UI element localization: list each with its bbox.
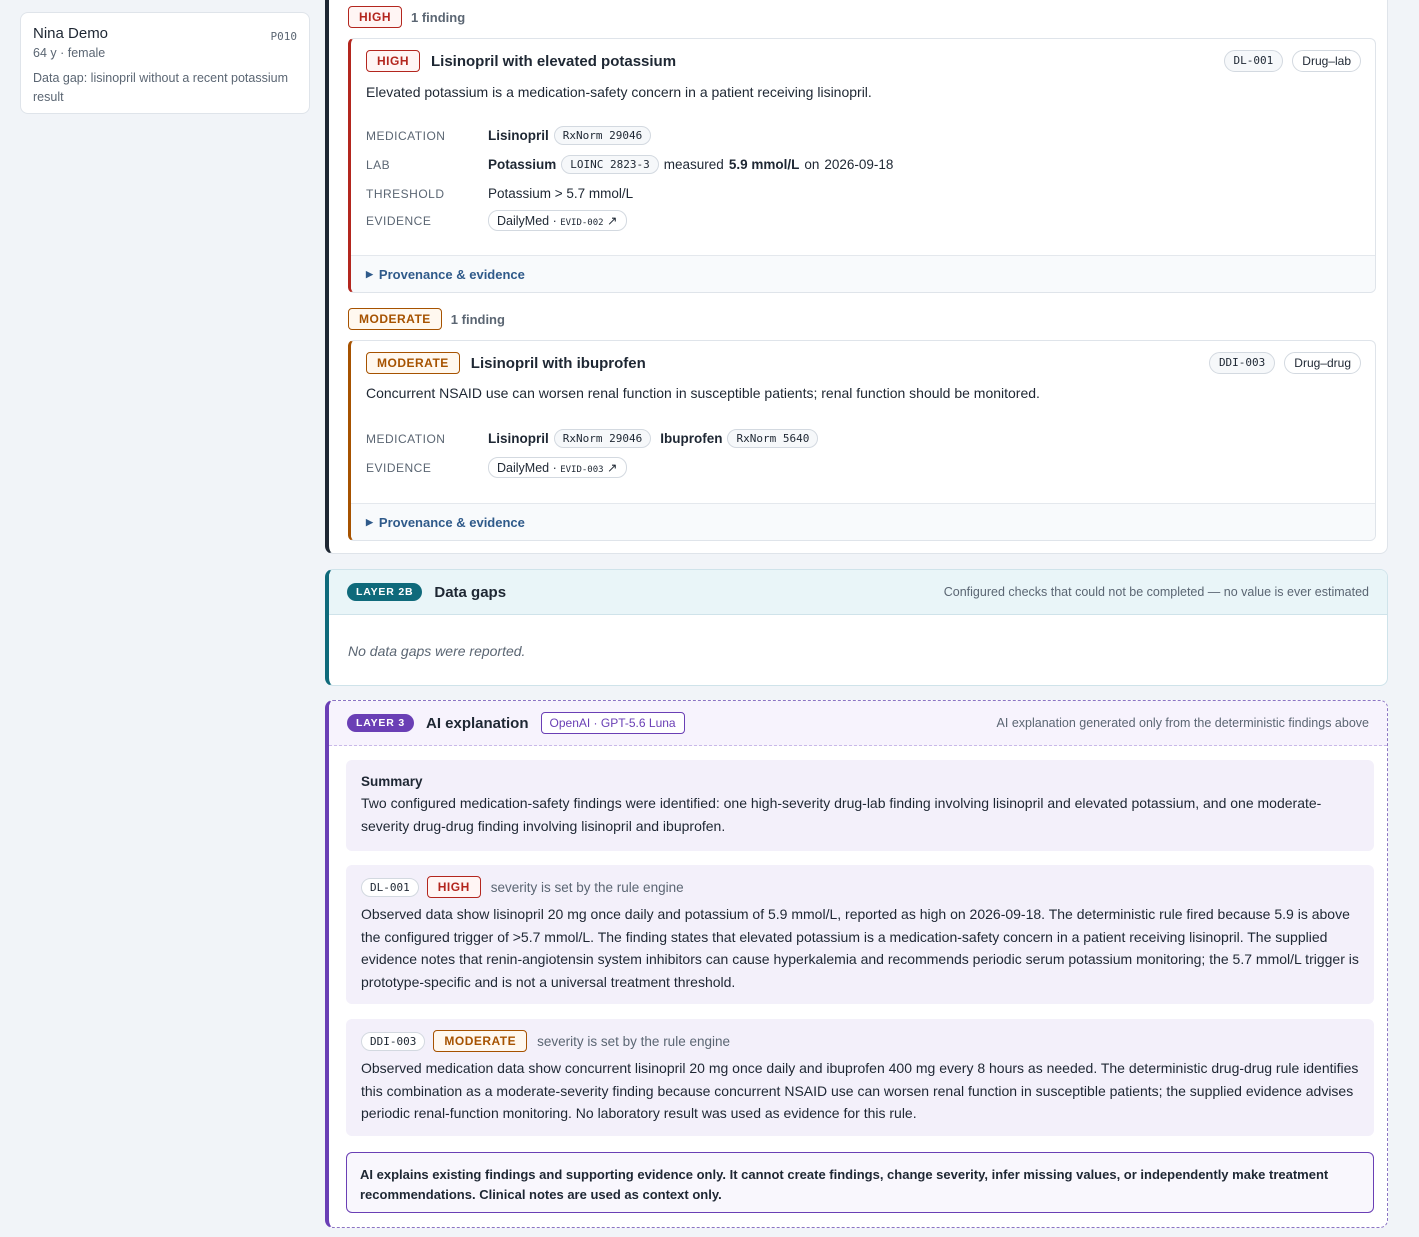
explanation-text: Observed medication data show concurrent…: [361, 1060, 1359, 1122]
layer-pill: LAYER 2B: [347, 583, 423, 601]
measured-label: measured: [663, 157, 724, 172]
data-gaps-layer: LAYER 2B Data gaps Configured checks tha…: [325, 569, 1388, 686]
severity-badge-moderate: MODERATE: [433, 1030, 528, 1052]
severity-badge-moderate: MODERATE: [366, 352, 460, 374]
patient-gap-note: Data gap: lisinopril without a recent po…: [33, 71, 288, 104]
patient-id: P010: [270, 30, 298, 43]
lab-date: 2026-09-18: [824, 157, 894, 172]
severity-note: severity is set by the rule engine: [490, 879, 684, 895]
patient-card[interactable]: Nina Demo P010 64 y · female Data gap: l…: [20, 12, 310, 114]
loinc-code: LOINC 2823-3: [561, 155, 659, 174]
provenance-label: Provenance & evidence: [378, 266, 525, 282]
rule-id-tag: DL-001: [361, 877, 419, 897]
ai-explanation-dl-001: DL-001 HIGH severity is set by the rule …: [346, 865, 1374, 1004]
ai-explanation-ddi-003: DDI-003 MODERATE severity is set by the …: [346, 1019, 1374, 1136]
rxnorm-code: RxNorm 29046: [553, 126, 652, 145]
evidence-link[interactable]: DailyMed · EVID-003 ↗: [488, 457, 627, 478]
provenance-label: Provenance & evidence: [378, 514, 525, 530]
high-group-header: HIGH 1 finding: [348, 6, 465, 28]
finding-title-row: HIGH Lisinopril with elevated potassium: [366, 50, 676, 72]
finding-description: Concurrent NSAID use can worsen renal fu…: [366, 385, 1040, 401]
severity-badge-high: HIGH: [348, 6, 402, 28]
medication-name: Lisinopril: [488, 431, 549, 446]
layer-title: Data gaps: [434, 583, 507, 601]
finding-title-row: MODERATE Lisinopril with ibuprofen: [366, 352, 646, 374]
rule-type-tag: Drug–lab: [1292, 50, 1361, 72]
medication-label: MEDICATION: [366, 431, 446, 446]
layer-title: AI explanation: [425, 714, 529, 732]
ai-explanation-header: LAYER 3 AI explanation OpenAI · GPT-5.6 …: [329, 701, 1387, 746]
medication-label: MEDICATION: [366, 128, 446, 143]
lab-name: Potassium: [488, 157, 557, 172]
medication-row: MEDICATION Lisinopril RxNorm 29046 Ibupr…: [366, 429, 819, 448]
evidence-row: EVIDENCE DailyMed · EVID-003 ↗: [366, 457, 627, 478]
layer-pill: LAYER 3: [347, 714, 414, 732]
finding-title: Lisinopril with ibuprofen: [470, 354, 646, 372]
ai-summary: Summary Two configured medication-safety…: [346, 760, 1374, 851]
severity-badge-moderate: MODERATE: [348, 308, 442, 330]
evidence-link[interactable]: DailyMed · EVID-002 ↗: [488, 210, 627, 231]
group-count: 1 finding: [411, 9, 466, 25]
explanation-header: DDI-003 MODERATE severity is set by the …: [361, 1030, 1359, 1052]
rule-id-tag: DDI-003: [1208, 352, 1276, 374]
finding-tags: DL-001 Drug–lab: [1223, 50, 1361, 72]
threshold-row: THRESHOLD Potassium > 5.7 mmol/L: [366, 186, 633, 201]
provenance-toggle[interactable]: ▶ Provenance & evidence: [351, 503, 1375, 540]
summary-title: Summary: [361, 774, 423, 789]
evidence-label: EVIDENCE: [366, 213, 432, 228]
expand-triangle-icon: ▶: [366, 516, 373, 527]
layer-note: Configured checks that could not be comp…: [943, 585, 1369, 599]
provenance-toggle[interactable]: ▶ Provenance & evidence: [351, 255, 1375, 292]
expand-triangle-icon: ▶: [366, 268, 373, 279]
ai-explanation-layer: LAYER 3 AI explanation OpenAI · GPT-5.6 …: [325, 700, 1388, 1228]
finding-card-ddi-003: MODERATE Lisinopril with ibuprofen DDI-0…: [348, 340, 1376, 541]
threshold-label: THRESHOLD: [366, 186, 445, 201]
medication-name: Lisinopril: [488, 128, 549, 143]
group-count: 1 finding: [450, 311, 505, 327]
external-link-icon: ↗: [603, 461, 618, 475]
summary-text: Two configured medication-safety finding…: [361, 795, 1322, 834]
severity-badge-high: HIGH: [366, 50, 420, 72]
rule-id-tag: DDI-003: [361, 1031, 426, 1051]
lab-value: 5.9 mmol/L: [728, 157, 800, 172]
evidence-label: EVIDENCE: [366, 460, 432, 475]
severity-note: severity is set by the rule engine: [537, 1033, 730, 1049]
patient-meta: 64 y · female: [33, 46, 106, 60]
rxnorm-code: RxNorm 29046: [553, 429, 652, 448]
findings-layer: HIGH 1 finding HIGH Lisinopril with elev…: [325, 0, 1388, 554]
medication-name: Ibuprofen: [660, 431, 723, 446]
finding-description: Elevated potassium is a medication-safet…: [366, 84, 872, 100]
medication-row: MEDICATION Lisinopril RxNorm 29046: [366, 126, 652, 145]
evidence-row: EVIDENCE DailyMed · EVID-002 ↗: [366, 210, 627, 231]
ai-disclaimer: AI explains existing findings and suppor…: [346, 1152, 1374, 1213]
threshold-value: Potassium > 5.7 mmol/L: [488, 186, 634, 201]
finding-card-dl-001: HIGH Lisinopril with elevated potassium …: [348, 38, 1376, 293]
lab-label: LAB: [366, 157, 391, 172]
lab-row: LAB Potassium LOINC 2823-3 measured 5.9 …: [366, 155, 893, 174]
patient-name: Nina Demo: [33, 25, 109, 42]
rxnorm-code: RxNorm 5640: [727, 429, 819, 448]
data-gaps-header: LAYER 2B Data gaps Configured checks tha…: [329, 570, 1387, 615]
model-badge: OpenAI · GPT-5.6 Luna: [540, 712, 685, 734]
explanation-header: DL-001 HIGH severity is set by the rule …: [361, 876, 1359, 898]
finding-title: Lisinopril with elevated potassium: [431, 52, 677, 70]
on-label: on: [804, 157, 820, 172]
moderate-group-header: MODERATE 1 finding: [348, 308, 505, 330]
external-link-icon: ↗: [603, 214, 618, 228]
rule-type-tag: Drug–drug: [1284, 352, 1361, 374]
explanation-text: Observed data show lisinopril 20 mg once…: [361, 906, 1359, 990]
rule-id-tag: DL-001: [1223, 50, 1284, 72]
layer-note: AI explanation generated only from the d…: [996, 716, 1369, 730]
severity-badge-high: HIGH: [426, 876, 481, 898]
empty-state: No data gaps were reported.: [348, 643, 526, 659]
finding-tags: DDI-003 Drug–drug: [1208, 352, 1361, 374]
